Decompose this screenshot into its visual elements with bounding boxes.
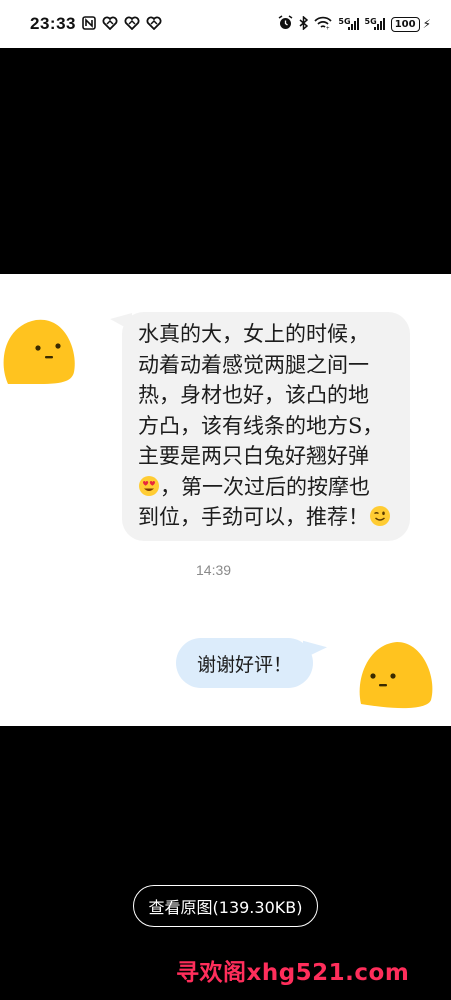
heart-eyes-emoji-icon <box>138 475 160 497</box>
alarm-icon <box>278 15 293 33</box>
message-line: 主要是两只白兔好翘好弹 <box>138 444 369 468</box>
message-line-with-emoji: 到位，手劲可以，推荐！ <box>138 502 394 533</box>
merchant-avatar <box>357 638 433 710</box>
chat-image[interactable]: 水真的大，女上的时候， 动着动着感觉两腿之间一 热，身材也好，该凸的地 方凸，该… <box>0 274 451 726</box>
message-line-text: ，第一次过后的按摩也 <box>160 474 370 499</box>
signal-5g-icon: 5G <box>338 17 359 30</box>
outgoing-message-bubble: 谢谢好评！ <box>176 638 313 688</box>
view-original-button[interactable]: 查看原图(139.30KB) <box>133 885 318 927</box>
view-original-label: 查看原图(139.30KB) <box>148 898 303 917</box>
message-line: 热，身材也好，该凸的地 <box>138 383 369 407</box>
battery-level: 100 <box>394 18 416 30</box>
message-line: 水真的大，女上的时候， <box>138 322 369 346</box>
status-bar-left: 23:33 <box>30 14 162 34</box>
clock: 23:33 <box>30 14 76 33</box>
message-line: 动着动着感觉两腿之间一 <box>138 352 369 377</box>
message-line-text: 到位，手劲可以，推荐！ <box>138 505 369 529</box>
signal-5g-icon: 5G <box>365 17 385 30</box>
battery-icon: 100 <box>390 16 420 32</box>
nfc-icon <box>82 15 96 33</box>
heart-icon <box>102 16 118 33</box>
charging-icon: ⚡ <box>422 17 431 31</box>
wink-emoji-icon <box>369 505 391 527</box>
heart-icon <box>124 16 140 33</box>
svg-text:+: + <box>326 26 330 30</box>
message-line: 方凸，该有线条的地方S， <box>138 413 384 438</box>
bluetooth-icon <box>299 14 309 33</box>
watermark: 寻欢阁xhg521.com <box>176 960 410 986</box>
customer-avatar <box>0 312 76 384</box>
message-line-with-emoji: ，第一次过后的按摩也 <box>138 472 394 503</box>
status-bar-right: + 5G 5G 100 ⚡ <box>278 14 431 33</box>
heart-icon <box>146 16 162 33</box>
status-bar: 23:33 + 5G 5G 100 ⚡ <box>0 0 451 48</box>
outgoing-message-text: 谢谢好评！ <box>196 653 292 676</box>
message-timestamp: 14:39 <box>196 562 232 578</box>
wifi-icon: + <box>314 16 333 33</box>
incoming-message-bubble: 水真的大，女上的时候， 动着动着感觉两腿之间一 热，身材也好，该凸的地 方凸，该… <box>122 312 410 541</box>
